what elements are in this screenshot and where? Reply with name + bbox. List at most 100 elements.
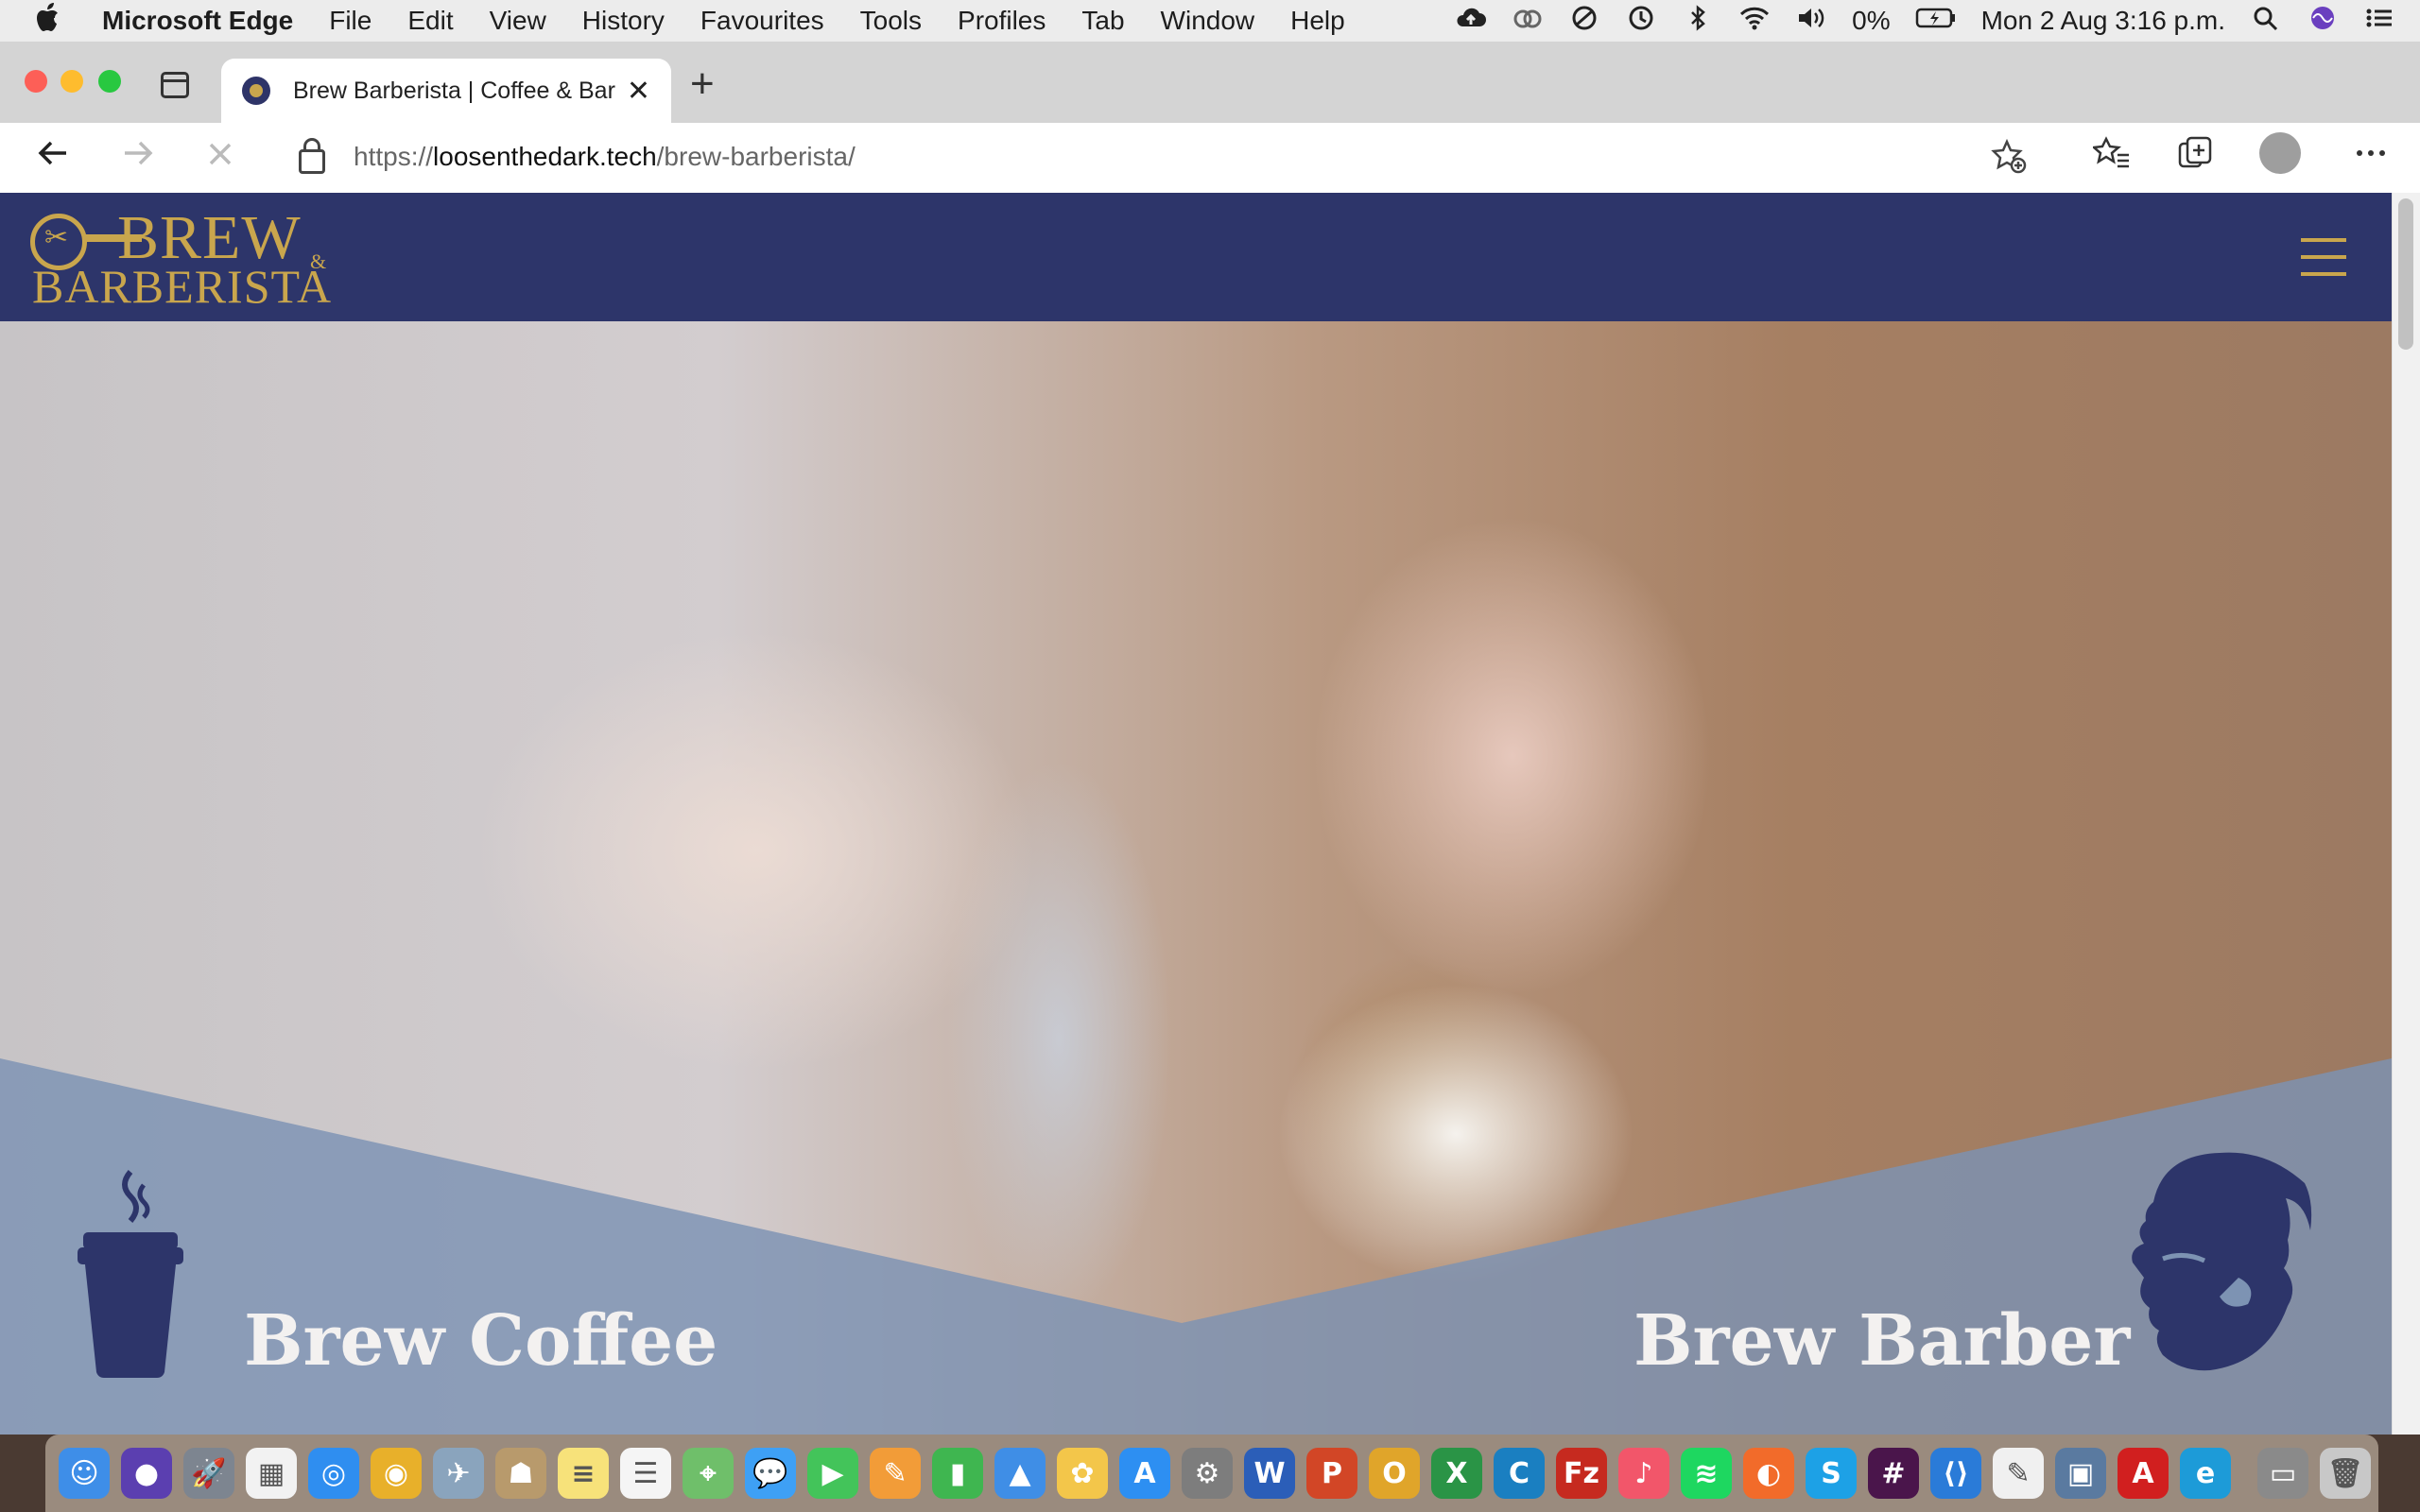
dock-maps-icon[interactable]: ⌖ — [683, 1448, 734, 1499]
dock-textedit-icon[interactable]: ✎ — [1993, 1448, 2044, 1499]
dock-powerpoint-icon[interactable]: P — [1306, 1448, 1357, 1499]
close-window-button[interactable] — [25, 70, 47, 93]
hero-title-brew-coffee[interactable]: Brew Coffee — [244, 1300, 717, 1382]
new-tab-button[interactable]: + — [690, 60, 715, 108]
scrollbar-thumb[interactable] — [2398, 198, 2413, 350]
menu-tools[interactable]: Tools — [860, 6, 922, 36]
dock-acrobat-icon[interactable]: A — [2118, 1448, 2169, 1499]
site-logo[interactable]: BREW & BARBERISTA — [30, 203, 342, 313]
menu-file[interactable]: File — [329, 6, 372, 36]
tab-close-icon[interactable]: ✕ — [627, 75, 650, 108]
wifi-icon[interactable] — [1738, 4, 1771, 39]
menu-help[interactable]: Help — [1290, 6, 1345, 36]
dock-reminders-icon[interactable]: ☰ — [620, 1448, 671, 1499]
tab-active[interactable]: Brew Barberista | Coffee & Bar ✕ — [221, 59, 671, 123]
dock-firefox-icon[interactable]: ◐ — [1743, 1448, 1794, 1499]
dock-word-icon[interactable]: W — [1244, 1448, 1295, 1499]
menu-history[interactable]: History — [582, 6, 665, 36]
menu-window[interactable]: Window — [1161, 6, 1255, 36]
battery-icon[interactable] — [1915, 4, 1957, 39]
dock-music-icon[interactable]: ♪ — [1618, 1448, 1669, 1499]
address-bar[interactable]: https://loosenthedark.tech/brew-barberis… — [270, 127, 2055, 187]
creative-cloud-icon[interactable] — [1512, 4, 1544, 39]
spotlight-search-icon[interactable] — [2250, 4, 2282, 39]
dock-pages-icon[interactable]: ✎ — [870, 1448, 921, 1499]
hero-title-brew-barber[interactable]: Brew Barber — [1634, 1300, 2130, 1382]
sync-icon[interactable] — [1568, 4, 1600, 39]
dock-safari-icon[interactable]: ◎ — [308, 1448, 359, 1499]
dock-contacts-icon[interactable]: ☗ — [495, 1448, 546, 1499]
dock-facetime-icon[interactable]: ▶ — [807, 1448, 858, 1499]
dock-chrome-icon[interactable]: ◉ — [371, 1448, 422, 1499]
menu-tab[interactable]: Tab — [1081, 6, 1124, 36]
time-machine-icon[interactable] — [1625, 4, 1657, 39]
menu-favourites[interactable]: Favourites — [700, 6, 824, 36]
web-page: BREW & BARBERISTA Brew Coffee Brew Barb — [0, 193, 2420, 1435]
dock-screen-sharing-icon[interactable]: ▭ — [2257, 1448, 2308, 1499]
dock-finder-icon[interactable]: ☺ — [59, 1448, 110, 1499]
dock-image-capture-icon[interactable]: ▣ — [2055, 1448, 2106, 1499]
apple-menu-icon[interactable] — [36, 2, 74, 40]
back-arrow-icon[interactable] — [34, 134, 72, 181]
zoom-window-button[interactable] — [98, 70, 121, 93]
minimize-window-button[interactable] — [60, 70, 83, 93]
site-favicon-icon — [242, 77, 270, 105]
hamburger-menu-icon[interactable] — [2301, 238, 2346, 276]
dock-photos-icon[interactable]: ✿ — [1057, 1448, 1108, 1499]
dock-system-preferences-icon[interactable]: ⚙ — [1182, 1448, 1233, 1499]
menu-edit[interactable]: Edit — [407, 6, 453, 36]
dock-skype-icon[interactable]: S — [1806, 1448, 1857, 1499]
siri-icon[interactable] — [2307, 4, 2339, 39]
collections-icon[interactable] — [2176, 134, 2214, 180]
page-scrollbar[interactable] — [2392, 193, 2420, 1435]
stop-loading-icon[interactable] — [204, 138, 236, 179]
menu-view[interactable]: View — [490, 6, 546, 36]
url-text[interactable]: https://loosenthedark.tech/brew-barberis… — [354, 142, 856, 172]
cloud-upload-icon[interactable] — [1455, 4, 1487, 39]
dock-messages-icon[interactable]: 💬 — [745, 1448, 796, 1499]
favourites-icon[interactable] — [2091, 134, 2131, 180]
bluetooth-icon[interactable] — [1682, 4, 1714, 39]
dock-code-c-icon[interactable]: C — [1494, 1448, 1545, 1499]
clock[interactable]: Mon 2 Aug 3:16 p.m. — [1981, 6, 2225, 36]
dock-spotify-icon[interactable]: ≋ — [1681, 1448, 1732, 1499]
dock-vscode-icon[interactable]: ⟨⟩ — [1930, 1448, 1981, 1499]
hero-section: Brew Coffee Brew Barber — [0, 321, 2392, 1435]
dock-numbers-icon[interactable]: ▮ — [932, 1448, 983, 1499]
lock-icon[interactable] — [299, 138, 325, 174]
logo-barberista-text: BARBERISTA — [32, 260, 333, 313]
tab-title: Brew Barberista | Coffee & Bar — [293, 77, 615, 104]
battery-percent[interactable]: 0% — [1852, 6, 1890, 36]
dock-excel-icon[interactable]: X — [1431, 1448, 1482, 1499]
dock-app-grid-icon[interactable]: ▦ — [246, 1448, 297, 1499]
dock-slack-icon[interactable]: # — [1868, 1448, 1919, 1499]
dock-edge-icon[interactable]: e — [2180, 1448, 2231, 1499]
menu-app-name[interactable]: Microsoft Edge — [102, 6, 293, 36]
dock-siri-icon[interactable]: ● — [121, 1448, 172, 1499]
coffee-cup-icon[interactable] — [74, 1153, 187, 1380]
more-options-icon[interactable] — [2352, 134, 2390, 180]
tab-actions-icon[interactable] — [161, 72, 189, 98]
dock-trash-icon[interactable]: 🗑 — [2320, 1448, 2371, 1499]
status-area: 0% Mon 2 Aug 3:16 p.m. — [1455, 0, 2420, 42]
dock-outlook-icon[interactable]: O — [1369, 1448, 1420, 1499]
dock-app-store-icon[interactable]: A — [1119, 1448, 1170, 1499]
dock-launchpad-icon[interactable]: 🚀 — [183, 1448, 234, 1499]
hero-chevron-band — [0, 1058, 2392, 1435]
browser-tab-strip: Brew Barberista | Coffee & Bar ✕ + — [0, 42, 2420, 124]
dock-preview-icon[interactable]: ✈ — [433, 1448, 484, 1499]
add-favourite-star-icon[interactable] — [1991, 138, 2027, 182]
dock-notes-icon[interactable]: ≡ — [558, 1448, 609, 1499]
dock-keynote-icon[interactable]: ▲ — [994, 1448, 1046, 1499]
profile-avatar[interactable] — [2259, 132, 2301, 174]
dock: ☺ ● 🚀 ▦ ◎ ◉ ✈ ☗ ≡ ☰ ⌖ 💬 ▶ ✎ ▮ ▲ ✿ A ⚙ W P O X C Fz ♪ ≋ ◐ S # ⟨⟩ ✎ ▣ Ae ▭ 🗑 — [45, 1435, 2378, 1512]
bearded-man-icon[interactable] — [2125, 1145, 2324, 1372]
menu-profiles[interactable]: Profiles — [958, 6, 1046, 36]
browser-toolbar: https://loosenthedark.tech/brew-barberis… — [0, 123, 2420, 194]
volume-icon[interactable] — [1795, 4, 1827, 39]
notification-center-icon[interactable] — [2363, 4, 2395, 39]
dock-filezilla-icon[interactable]: Fz — [1556, 1448, 1607, 1499]
menu-bar: Microsoft Edge File Edit View History Fa… — [0, 0, 2420, 42]
forward-arrow-icon[interactable] — [119, 134, 157, 181]
site-header: BREW & BARBERISTA — [0, 193, 2392, 321]
